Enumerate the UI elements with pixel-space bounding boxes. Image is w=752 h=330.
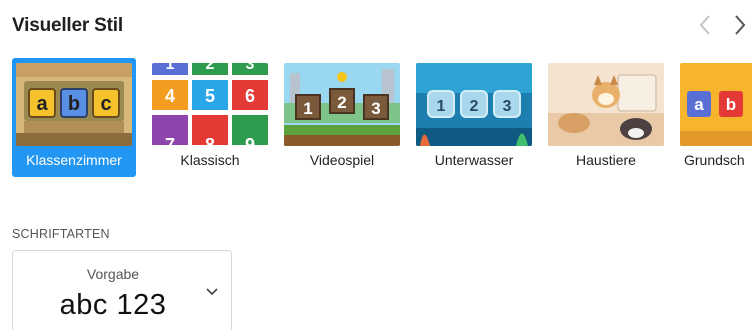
thumb-letter: a bbox=[694, 95, 704, 114]
thumb-number: 8 bbox=[205, 135, 215, 146]
thumb-number: 4 bbox=[165, 86, 175, 106]
visual-style-carousel: a b c Klassenzimmer 1 2 3 4 5 6 7 8 9 Kl… bbox=[12, 58, 752, 178]
thumb-number: 6 bbox=[245, 86, 255, 106]
style-tile-label: Grundsch bbox=[684, 152, 745, 168]
style-tile-label: Klassenzimmer bbox=[26, 152, 122, 168]
thumb-number: 3 bbox=[246, 63, 255, 73]
thumb-letter: b bbox=[68, 93, 80, 115]
thumb-number: 5 bbox=[205, 86, 215, 106]
style-tile-klassenzimmer[interactable]: a b c Klassenzimmer bbox=[12, 58, 136, 177]
carousel-prev-button[interactable] bbox=[694, 10, 716, 40]
thumb-number: 2 bbox=[470, 98, 479, 115]
chevron-left-icon bbox=[699, 15, 710, 35]
thumb-number: 1 bbox=[166, 63, 175, 73]
font-select-dropdown[interactable]: Vorgabe abc 123 bbox=[12, 250, 232, 330]
style-tile-label: Klassisch bbox=[180, 152, 240, 168]
thumb-number: 1 bbox=[437, 98, 446, 115]
thumb-number: 7 bbox=[165, 135, 175, 146]
thumb-number: 3 bbox=[503, 98, 512, 115]
carousel-next-button[interactable] bbox=[729, 10, 751, 40]
thumb-number: 1 bbox=[303, 99, 312, 118]
style-thumbnail: 1 2 3 4 5 6 7 8 9 bbox=[152, 63, 268, 146]
font-select-sample: abc 123 bbox=[59, 289, 167, 321]
style-tile-grundsch[interactable]: a b Grundsch bbox=[676, 58, 752, 177]
thumb-letter: c bbox=[100, 93, 111, 115]
thumb-letter: b bbox=[726, 95, 736, 114]
chevron-right-icon bbox=[735, 15, 746, 35]
thumb-number: 2 bbox=[337, 93, 346, 112]
font-select-caption: Vorgabe bbox=[86, 266, 140, 282]
page-title: Visueller Stil bbox=[12, 15, 123, 36]
style-tile-label: Unterwasser bbox=[434, 152, 514, 168]
thumb-letter: a bbox=[36, 93, 48, 115]
style-tile-label: Videospiel bbox=[309, 152, 375, 168]
thumb-number: 3 bbox=[371, 99, 380, 118]
style-thumbnail bbox=[548, 63, 664, 146]
style-tile-label: Haustiere bbox=[576, 152, 636, 168]
style-tile-videospiel[interactable]: 1 2 3 Videospiel bbox=[280, 58, 404, 177]
style-thumbnail: 1 2 3 bbox=[284, 63, 400, 146]
chevron-down-icon bbox=[206, 288, 218, 296]
style-tile-unterwasser[interactable]: 1 2 3 Unterwasser bbox=[412, 58, 536, 177]
font-section-label: SCHRIFTARTEN bbox=[12, 227, 110, 241]
style-tile-klassisch[interactable]: 1 2 3 4 5 6 7 8 9 Klassisch bbox=[148, 58, 272, 177]
thumb-number: 2 bbox=[206, 63, 215, 73]
thumb-number: 9 bbox=[245, 135, 255, 146]
style-thumbnail: 1 2 3 bbox=[416, 63, 532, 146]
style-tile-haustiere[interactable]: Haustiere bbox=[544, 58, 668, 177]
style-thumbnail: a b c bbox=[16, 63, 132, 146]
style-thumbnail: a b bbox=[680, 63, 752, 146]
